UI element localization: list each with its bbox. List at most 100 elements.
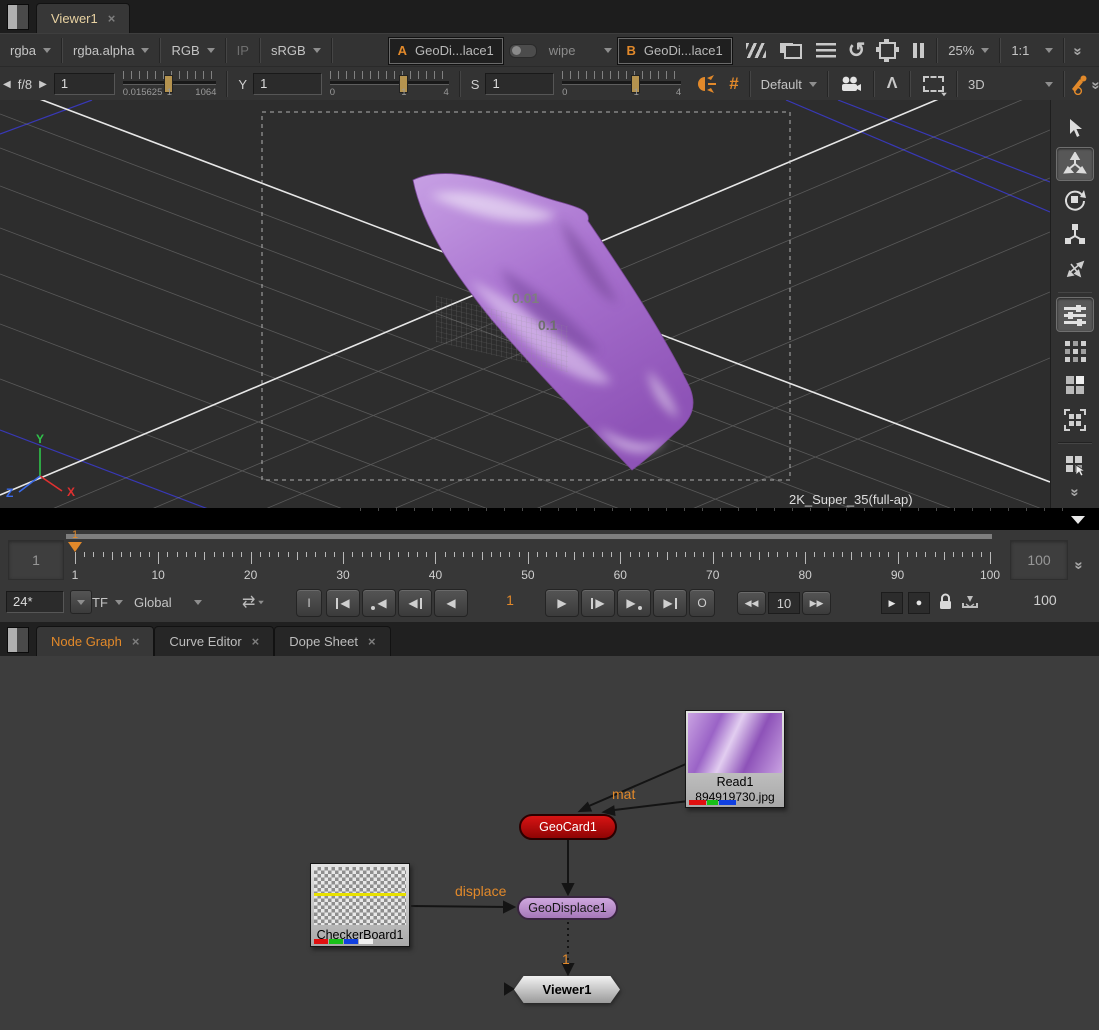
pause-updates-icon[interactable] bbox=[913, 43, 924, 58]
step-back-button[interactable]: ◀ bbox=[398, 589, 432, 617]
range-start-box[interactable]: 1 bbox=[8, 540, 64, 580]
gain-slider[interactable]: 0.015625 1 1064 bbox=[123, 70, 217, 98]
range-end-box[interactable]: 100 bbox=[1010, 540, 1068, 580]
goto-start-button[interactable]: ◀ bbox=[326, 589, 360, 617]
node-geodisplace1[interactable]: GeoDisplace1 bbox=[517, 896, 618, 920]
set-in-button[interactable]: I bbox=[296, 589, 322, 617]
saturation-input[interactable]: 1 bbox=[485, 73, 554, 95]
camera-icon[interactable] bbox=[840, 76, 862, 92]
tab-dope-sheet[interactable]: Dope Sheet × bbox=[274, 626, 390, 656]
fps-dropdown[interactable]: 24* bbox=[6, 590, 92, 614]
viewer-colorspace-dropdown[interactable]: sRGB bbox=[265, 43, 327, 58]
scanline-roi-icon[interactable] bbox=[816, 43, 836, 59]
quad-view-icon[interactable] bbox=[1057, 369, 1093, 402]
frame-view-icon[interactable] bbox=[1057, 404, 1093, 437]
node-geocard1[interactable]: GeoCard1 bbox=[519, 814, 617, 840]
set-out-button[interactable]: O bbox=[689, 589, 715, 617]
tab-curve-editor[interactable]: Curve Editor × bbox=[154, 626, 274, 656]
monitor-out-icon[interactable] bbox=[780, 43, 802, 59]
fstop-down-icon[interactable]: ◀ bbox=[0, 79, 14, 90]
translate-tool-icon[interactable] bbox=[1056, 147, 1094, 182]
dropdown-arrow-icon[interactable] bbox=[70, 590, 92, 614]
multi-slider-icon[interactable] bbox=[1056, 297, 1094, 332]
play-forward-button[interactable]: ▶ bbox=[545, 589, 579, 617]
next-keyframe-button[interactable]: ▶ bbox=[617, 589, 651, 617]
node-checkerboard1[interactable]: CheckerBoard1 bbox=[310, 863, 410, 947]
collapse-timeline-icon[interactable]: » bbox=[1071, 561, 1088, 567]
close-icon[interactable]: × bbox=[252, 634, 260, 649]
prev-keyframe-button[interactable]: ◀ bbox=[362, 589, 396, 617]
skew-tool-icon[interactable] bbox=[1057, 253, 1093, 286]
tf-dropdown[interactable]: TF bbox=[92, 590, 123, 614]
playback-mode-icon[interactable]: ⇄ bbox=[242, 590, 265, 614]
wipe-toggle[interactable] bbox=[509, 44, 537, 58]
update-viewport-icon[interactable] bbox=[879, 42, 896, 59]
playhead[interactable] bbox=[68, 542, 82, 552]
tab-node-graph[interactable]: Node Graph × bbox=[36, 626, 154, 656]
timeline-tick bbox=[177, 552, 178, 557]
fstop-label[interactable]: f/8 bbox=[18, 77, 32, 92]
gain-input[interactable]: 1 bbox=[54, 73, 115, 95]
viewer-3d-viewport[interactable]: 0.01 0.1 Y X Z 2K_Super_35(full-ap) bbox=[0, 100, 1050, 508]
tab-viewer1[interactable]: Viewer1 × bbox=[36, 3, 130, 33]
timeline-tick bbox=[140, 552, 141, 557]
record-icon[interactable]: ● bbox=[908, 592, 930, 614]
frame-skip-input[interactable]: 10 bbox=[768, 592, 800, 614]
timeline-ruler[interactable]: 11020304050607080901001 bbox=[75, 530, 990, 584]
selection-marquee-icon[interactable] bbox=[923, 76, 944, 92]
jump-forward-button[interactable]: ▶▶ bbox=[802, 591, 831, 615]
select-tool-icon[interactable] bbox=[1057, 112, 1093, 145]
end-frame-display[interactable]: 100 bbox=[1020, 592, 1070, 608]
proxy-mode-icon[interactable] bbox=[746, 43, 766, 58]
layout-grid-icon[interactable] bbox=[1057, 334, 1093, 367]
close-icon[interactable]: × bbox=[132, 634, 140, 649]
step-forward-button[interactable]: ▶ bbox=[581, 589, 615, 617]
timeline-tick bbox=[620, 552, 621, 564]
gamma-slider[interactable]: 0 1 4 bbox=[330, 70, 449, 98]
scale-tool-icon[interactable] bbox=[1057, 218, 1093, 251]
refresh-icon[interactable]: ↺ bbox=[848, 40, 866, 61]
a-buffer-selector[interactable]: A GeoDi...lace1 bbox=[389, 38, 503, 64]
wipe-mode-dropdown[interactable]: wipe bbox=[543, 43, 618, 58]
flipbook-play-icon[interactable]: ▶ bbox=[881, 592, 903, 614]
color-sample-icon[interactable] bbox=[1069, 73, 1089, 95]
expand-triangle-icon[interactable] bbox=[1071, 516, 1085, 524]
timeline-tick bbox=[814, 552, 815, 557]
view-preset-dropdown[interactable]: Default bbox=[755, 77, 823, 92]
axis-z-label: Z bbox=[6, 486, 13, 500]
lock-range-icon[interactable] bbox=[935, 592, 955, 612]
layer-dropdown[interactable]: rgba.alpha bbox=[67, 43, 155, 58]
node-viewer1[interactable]: Viewer1 bbox=[514, 976, 620, 1003]
node-read1[interactable]: Read1 894919730.jpg bbox=[685, 710, 785, 808]
jump-back-button[interactable]: ◀◀ bbox=[737, 591, 766, 615]
lighting-icon[interactable] bbox=[695, 74, 717, 94]
proxy-ratio-dropdown[interactable]: 1:1 bbox=[1005, 43, 1059, 58]
grid-overlay-icon[interactable]: # bbox=[729, 74, 738, 94]
collapse-tools-icon[interactable]: » bbox=[1067, 488, 1084, 494]
display-mode-dropdown[interactable]: RGB bbox=[165, 43, 220, 58]
goto-end-button[interactable]: ▶ bbox=[653, 589, 687, 617]
close-icon[interactable]: × bbox=[368, 634, 376, 649]
b-buffer-selector[interactable]: B GeoDi...lace1 bbox=[618, 38, 732, 64]
play-backward-button[interactable]: ◀ bbox=[434, 589, 468, 617]
panel-corner-icon[interactable] bbox=[7, 627, 29, 653]
close-icon[interactable]: × bbox=[108, 11, 116, 26]
zoom-level-dropdown[interactable]: 25% bbox=[942, 43, 995, 58]
rotate-tool-icon[interactable] bbox=[1057, 183, 1093, 216]
current-frame-display[interactable]: 1 bbox=[492, 592, 528, 608]
range-scope-dropdown[interactable]: Global bbox=[134, 590, 202, 614]
timeline-tick bbox=[972, 552, 973, 557]
wireframe-icon[interactable]: Λ bbox=[887, 75, 898, 93]
gamma-input[interactable]: 1 bbox=[253, 73, 322, 95]
panel-corner-icon[interactable] bbox=[7, 4, 29, 30]
channels-dropdown[interactable]: rgba bbox=[4, 43, 57, 58]
input-process-button[interactable]: IP bbox=[231, 43, 255, 58]
view-dimension-dropdown[interactable]: 3D bbox=[962, 77, 1059, 92]
collapse-toolbar-icon[interactable]: » bbox=[1070, 47, 1087, 53]
render-flipbook-icon[interactable] bbox=[960, 592, 980, 612]
node-graph-canvas[interactable]: mat displace 1 Read1 894919730.jpg GeoCa… bbox=[0, 656, 1099, 1030]
fstop-up-icon[interactable]: ▶ bbox=[36, 79, 50, 90]
saturation-slider[interactable]: 0 1 4 bbox=[562, 70, 681, 98]
grid-select-icon[interactable] bbox=[1057, 448, 1093, 481]
collapse-toolbar-icon[interactable]: » bbox=[1087, 81, 1099, 87]
